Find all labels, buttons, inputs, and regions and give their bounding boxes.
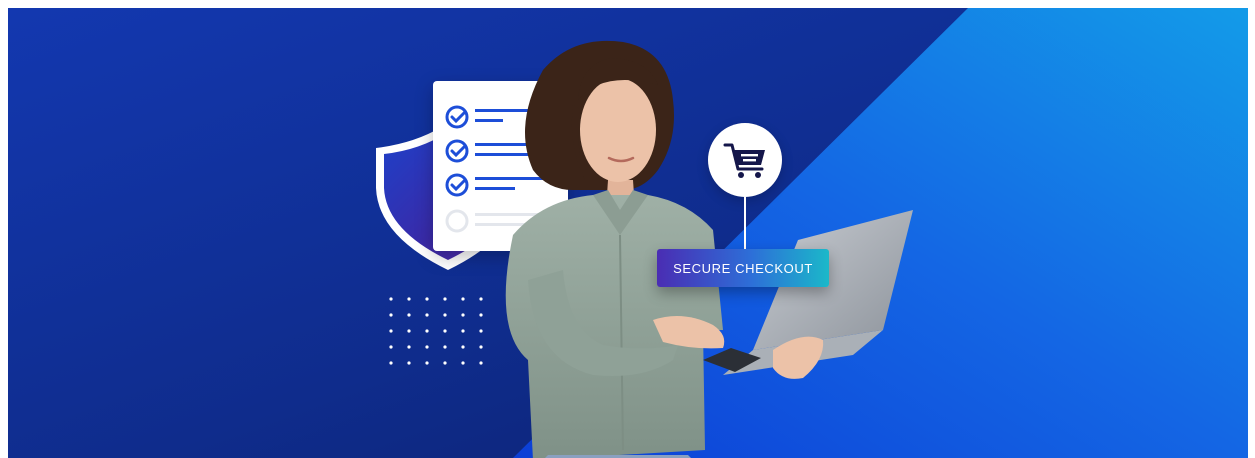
- checkmark-icon: [445, 105, 469, 129]
- checkmark-icon: [445, 173, 469, 197]
- checkmark-icon: [445, 139, 469, 163]
- shopping-cart-icon: [723, 143, 765, 178]
- hero-banner: SECURE CHECKOUT: [8, 8, 1248, 458]
- unchecked-circle-icon: [445, 209, 469, 233]
- secure-checkout-badge: SECURE CHECKOUT: [657, 249, 829, 287]
- woman-with-laptop-illustration: [505, 40, 913, 458]
- connector-line: [744, 197, 746, 249]
- cart-bubble: [708, 123, 782, 197]
- secure-checkout-label: SECURE CHECKOUT: [673, 260, 813, 276]
